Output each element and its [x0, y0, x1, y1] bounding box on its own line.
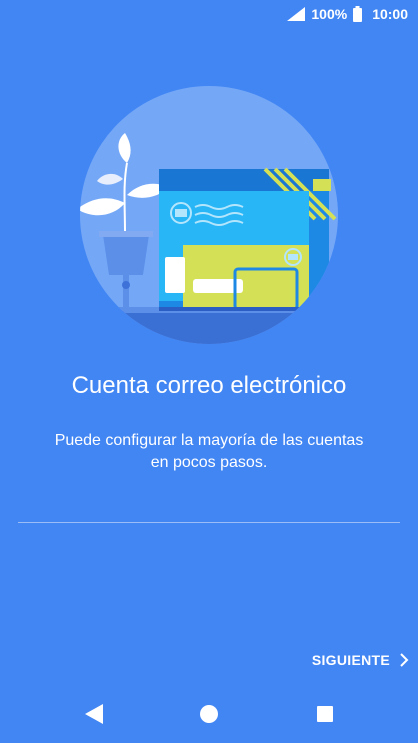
back-icon [85, 704, 103, 724]
navigation-bar [0, 690, 418, 738]
subtitle-line-2: en pocos pasos. [150, 454, 268, 471]
battery-full-icon [353, 6, 363, 22]
signal-icon [287, 7, 306, 21]
recent-apps-button[interactable] [313, 702, 337, 726]
recent-apps-icon [317, 706, 333, 722]
next-button[interactable]: SIGUIENTE [312, 646, 410, 674]
email-envelope-illustration [80, 86, 338, 344]
next-button-label: SIGUIENTE [311, 652, 390, 668]
divider [18, 522, 400, 523]
subtitle-line-1: Puede configurar la mayoría de las cuent… [54, 432, 364, 449]
page-title: Cuenta correo electrónico [71, 372, 347, 399]
status-bar: 100% 10:00 [0, 0, 418, 30]
status-indicators: 100% 10:00 [287, 6, 408, 22]
chevron-right-icon [400, 653, 409, 667]
page-subtitle: Puede configurar la mayoría de las cuent… [20, 430, 398, 474]
home-button[interactable] [197, 702, 221, 726]
battery-percent: 100% [311, 6, 348, 22]
clock: 10:00 [372, 6, 408, 22]
home-icon [200, 705, 218, 723]
back-button[interactable] [81, 702, 105, 726]
